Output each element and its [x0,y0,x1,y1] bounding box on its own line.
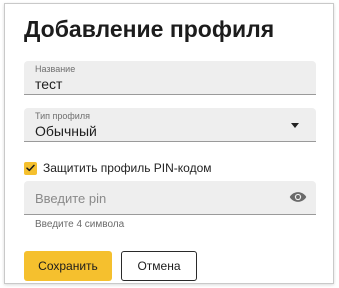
pin-hint: Введите 4 символа [35,219,125,230]
pin-protect-option[interactable]: Защитить профиль PIN-кодом [24,160,212,176]
dropdown-caret-icon[interactable] [291,123,299,128]
checkmark-icon [26,164,35,172]
pin-placeholder[interactable]: Введите pin [35,191,106,206]
profile-name-label: Название [35,64,76,74]
profile-name-value[interactable]: тест [35,76,62,92]
save-button[interactable]: Сохранить [24,251,112,281]
add-profile-dialog: Добавление профиля Название тест Тип про… [4,3,334,284]
eye-icon[interactable] [289,190,307,204]
profile-type-select[interactable]: Тип профиля Обычный [24,108,316,142]
profile-type-value[interactable]: Обычный [35,123,97,139]
profile-name-field[interactable]: Название тест [24,61,316,95]
profile-type-label: Тип профиля [35,111,90,121]
dialog-title: Добавление профиля [24,16,275,42]
pin-protect-checkbox[interactable] [24,161,37,175]
pin-input[interactable]: Введите pin [24,181,316,215]
pin-protect-label[interactable]: Защитить профиль PIN-кодом [43,161,212,175]
cancel-button[interactable]: Отмена [121,251,197,281]
